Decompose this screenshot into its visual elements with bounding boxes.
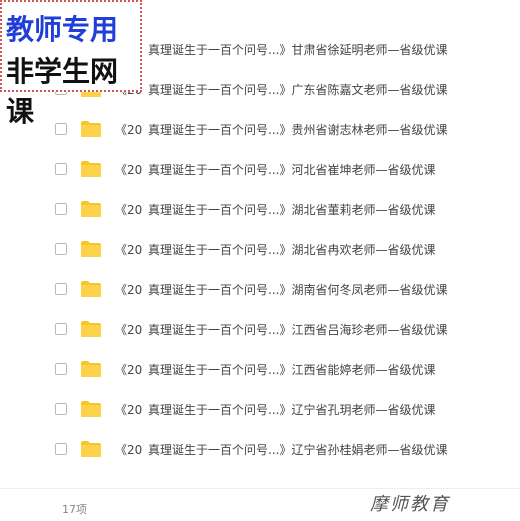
teacher-badge: 教师专用 非学生网课	[0, 0, 142, 128]
file-name-prefix: 《20	[115, 203, 143, 217]
badge-line2: 非学生网课	[6, 55, 119, 128]
list-item[interactable]: 《20 真理诞生于一百个问号...》江西省能婷老师—省级优课	[0, 350, 520, 390]
row-checkbox[interactable]	[55, 243, 67, 255]
list-item[interactable]: 《20 真理诞生于一百个问号...》湖南省何冬凤老师—省级优课	[0, 270, 520, 310]
file-name[interactable]: 真理诞生于一百个问号...》湖北省冉欢老师—省级优课	[148, 241, 435, 258]
folder-icon	[81, 281, 101, 297]
file-name[interactable]: 真理诞生于一百个问号...》贵州省谢志林老师—省级优课	[148, 121, 447, 138]
file-name[interactable]: 真理诞生于一百个问号...》江西省吕海珍老师—省级优课	[148, 321, 447, 338]
row-checkbox[interactable]	[55, 203, 67, 215]
list-item[interactable]: 《20 真理诞生于一百个问号...》辽宁省孔玥老师—省级优课	[0, 390, 520, 430]
file-name[interactable]: 真理诞生于一百个问号...》广东省陈嘉文老师—省级优课	[148, 81, 447, 98]
list-item[interactable]: 《20 真理诞生于一百个问号...》湖北省冉欢老师—省级优课	[0, 230, 520, 270]
list-item[interactable]: 《20 真理诞生于一百个问号...》湖北省董莉老师—省级优课	[0, 190, 520, 230]
file-name[interactable]: 真理诞生于一百个问号...》湖北省董莉老师—省级优课	[148, 201, 435, 218]
file-name-prefix: 《20	[115, 243, 143, 257]
folder-icon	[81, 241, 101, 257]
row-checkbox[interactable]	[55, 323, 67, 335]
file-name[interactable]: 真理诞生于一百个问号...》辽宁省孙桂娟老师—省级优课	[148, 441, 447, 458]
row-checkbox[interactable]	[55, 443, 67, 455]
watermark-text: 摩师教育	[370, 494, 450, 515]
item-count: 17项	[62, 503, 87, 516]
folder-icon	[81, 361, 101, 377]
folder-icon	[81, 401, 101, 417]
folder-icon	[81, 201, 101, 217]
folder-icon	[81, 321, 101, 337]
row-checkbox[interactable]	[55, 403, 67, 415]
folder-icon	[81, 161, 101, 177]
list-item[interactable]: 《20 真理诞生于一百个问号...》江西省吕海珍老师—省级优课	[0, 310, 520, 350]
file-name[interactable]: 真理诞生于一百个问号...》江西省能婷老师—省级优课	[148, 361, 435, 378]
badge-line1: 教师专用	[6, 13, 119, 46]
file-name[interactable]: 真理诞生于一百个问号...》辽宁省孔玥老师—省级优课	[148, 401, 435, 418]
file-name[interactable]: 真理诞生于一百个问号...》湖南省何冬凤老师—省级优课	[148, 281, 447, 298]
row-checkbox[interactable]	[55, 163, 67, 175]
list-item[interactable]: 《20真理诞生于一百个问号...》内蒙古杨帆老师—省级优课	[0, 470, 520, 480]
list-item[interactable]: 《20 真理诞生于一百个问号...》河北省崔坤老师—省级优课	[0, 150, 520, 190]
list-item[interactable]: 《20 真理诞生于一百个问号...》辽宁省孙桂娟老师—省级优课	[0, 430, 520, 470]
file-name-prefix: 《20	[115, 323, 143, 337]
file-name[interactable]: 真理诞生于一百个问号...》甘肃省徐延明老师—省级优课	[148, 41, 447, 58]
file-name-prefix: 《20	[115, 363, 143, 377]
file-name-prefix: 《20	[115, 403, 143, 417]
file-name-prefix: 《20	[115, 283, 143, 297]
file-name-prefix: 《20	[115, 443, 143, 457]
file-name[interactable]: 真理诞生于一百个问号...》河北省崔坤老师—省级优课	[148, 161, 435, 178]
row-checkbox[interactable]	[55, 363, 67, 375]
row-checkbox[interactable]	[55, 283, 67, 295]
file-name-prefix: 《20	[115, 163, 143, 177]
folder-icon	[81, 441, 101, 457]
